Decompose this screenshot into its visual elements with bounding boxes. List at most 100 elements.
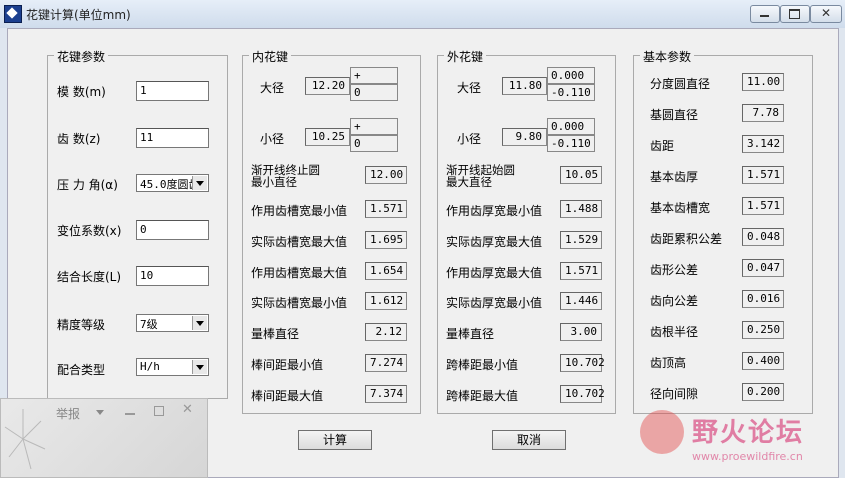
external-major-tol-lower: -0.110 <box>547 84 595 101</box>
internal-form-diam-label: 渐开线终止圆 最小直径 <box>251 163 320 189</box>
external-major-value: 11.80 <box>502 77 547 95</box>
fit-type-select[interactable]: H/h <box>136 358 209 376</box>
internal-spline-group: 内花键 大径 12.20 + 0.110 0 小径 10.25 + 0.110 … <box>242 48 421 414</box>
basic-row-label: 齿根半径 <box>650 325 699 339</box>
basic-row-label: 分度圆直径 <box>650 77 711 91</box>
close-icon[interactable]: ✕ <box>182 402 193 417</box>
basic-row-value: 0.200 <box>742 383 784 401</box>
chevron-down-icon[interactable] <box>192 316 207 330</box>
external-minor-tol-lower: -0.110 <box>547 135 595 152</box>
basic-row-label: 基圆直径 <box>650 108 699 122</box>
chevron-down-icon[interactable] <box>96 410 104 415</box>
external-row-value: 1.571 <box>560 261 602 280</box>
external-row-value: 10.702 <box>560 384 605 403</box>
grade-label: 精度等级 <box>57 318 106 332</box>
external-major-label: 大径 <box>457 81 482 95</box>
external-row-label: 量棒直径 <box>446 327 495 342</box>
basic-row-value: 0.400 <box>742 352 784 370</box>
minimize-button[interactable] <box>750 5 780 23</box>
internal-minor-label: 小径 <box>260 132 285 146</box>
internal-row-value: 1.571 <box>365 200 407 218</box>
external-minor-label: 小径 <box>457 132 482 146</box>
pressure-angle-select[interactable]: 45.0度圆齿 <box>136 174 209 192</box>
basic-row-value: 7.78 <box>742 104 784 122</box>
basic-row-value: 11.00 <box>742 73 784 91</box>
basic-row-label: 齿距累积公差 <box>650 232 723 246</box>
internal-row-label: 作用齿槽宽最大值 <box>251 265 348 280</box>
maximize-icon[interactable] <box>154 406 164 416</box>
watermark: 野火论坛 www.proewildfire.cn <box>640 410 840 470</box>
teeth-label: 齿 数(z) <box>57 132 101 146</box>
pressure-angle-value: 45.0度圆齿 <box>140 178 196 191</box>
basic-row-label: 齿形公差 <box>650 263 699 277</box>
internal-row-label: 实际齿槽宽最小值 <box>251 296 348 311</box>
minimize-icon[interactable] <box>125 413 135 415</box>
internal-legend: 内花键 <box>249 48 292 65</box>
chevron-down-icon[interactable] <box>192 360 207 374</box>
basic-row-label: 基本齿槽宽 <box>650 201 711 215</box>
internal-major-tol-lower: 0 <box>350 84 398 101</box>
teeth-input[interactable]: 11 <box>136 128 209 148</box>
watermark-text: 野火论坛 <box>692 418 805 448</box>
external-minor-tol-upper: 0.000 <box>547 118 595 135</box>
window-title: 花键计算(单位mm) <box>26 8 131 22</box>
app-icon <box>4 5 22 23</box>
external-row-value: 1.529 <box>560 230 602 249</box>
external-row-value: 1.446 <box>560 292 602 311</box>
grade-select[interactable]: 7级 <box>136 314 209 332</box>
basic-row-label: 齿距 <box>650 139 675 153</box>
internal-row-value: 1.612 <box>365 292 407 311</box>
module-label: 模 数(m) <box>57 85 106 99</box>
basic-params-group: 基本参数 分度圆直径 11.00 基圆直径 7.78 齿距 3.142 基本齿厚 1.571 基… <box>633 48 813 414</box>
basic-row-value: 1.571 <box>742 197 784 215</box>
report-popup: 举报 ✕ <box>0 398 208 478</box>
module-input[interactable]: 1 <box>136 81 209 101</box>
close-icon: ✕ <box>821 6 832 20</box>
basic-row-label: 径向间隙 <box>650 387 699 401</box>
internal-row-label: 作用齿槽宽最小值 <box>251 204 348 218</box>
grade-value: 7级 <box>140 318 158 331</box>
external-row-label: 作用齿厚宽最大值 <box>446 265 543 280</box>
internal-major-label: 大径 <box>260 81 285 95</box>
internal-row-value: 7.374 <box>365 384 407 403</box>
internal-row-label: 棒间距最小值 <box>251 358 324 372</box>
spline-params-group: 花键参数 模 数(m) 1 齿 数(z) 11 压 力 角(α) 45.0度圆齿… <box>47 48 228 399</box>
basic-legend: 基本参数 <box>640 48 695 65</box>
external-row-value: 1.488 <box>560 200 602 218</box>
external-row-label: 跨棒距最小值 <box>446 358 519 372</box>
basic-row-label: 基本齿厚 <box>650 170 699 184</box>
flame-logo <box>640 410 684 454</box>
length-input[interactable]: 10 <box>136 266 209 286</box>
external-spline-group: 外花键 大径 11.80 0.000 -0.110 小径 9.80 0.000 … <box>437 48 616 414</box>
external-minor-value: 9.80 <box>502 128 547 146</box>
basic-row-label: 齿顶高 <box>650 356 687 370</box>
internal-row-value: 2.12 <box>365 323 407 342</box>
internal-row-value: 1.654 <box>365 261 407 280</box>
external-row-value: 10.702 <box>560 354 605 372</box>
basic-row-value: 0.016 <box>742 290 784 308</box>
external-legend: 外花键 <box>444 48 487 65</box>
chevron-down-icon[interactable] <box>192 176 207 190</box>
minimize-icon <box>760 15 769 17</box>
maximize-button[interactable] <box>780 5 810 23</box>
internal-row-label: 量棒直径 <box>251 327 300 342</box>
pressure-angle-label: 压 力 角(α) <box>57 178 118 192</box>
internal-major-tol-upper: + 0.110 <box>350 67 398 95</box>
length-label: 结合长度(L) <box>57 270 122 284</box>
external-row-label: 作用齿厚宽最小值 <box>446 204 543 218</box>
close-button[interactable]: ✕ <box>810 5 842 23</box>
internal-major-value: 12.20 <box>305 77 350 95</box>
report-label[interactable]: 举报 <box>56 405 80 422</box>
internal-row-label: 棒间距最大值 <box>251 388 324 403</box>
internal-row-label: 实际齿槽宽最大值 <box>251 234 348 249</box>
internal-minor-tol-upper: + 0.110 <box>350 118 398 146</box>
watermark-url: www.proewildfire.cn <box>692 450 803 463</box>
external-form-diam-label: 渐开线起始圆 最大直径 <box>446 163 515 189</box>
shift-coef-label: 变位系数(x) <box>57 224 122 238</box>
external-row-label: 跨棒距最大值 <box>446 388 519 403</box>
title-bar: 花键计算(单位mm) ✕ <box>0 0 845 28</box>
shift-coef-input[interactable]: 0 <box>136 220 209 240</box>
cancel-button[interactable]: 取消 <box>492 430 566 450</box>
fit-type-label: 配合类型 <box>57 363 106 377</box>
calculate-button[interactable]: 计算 <box>298 430 372 450</box>
